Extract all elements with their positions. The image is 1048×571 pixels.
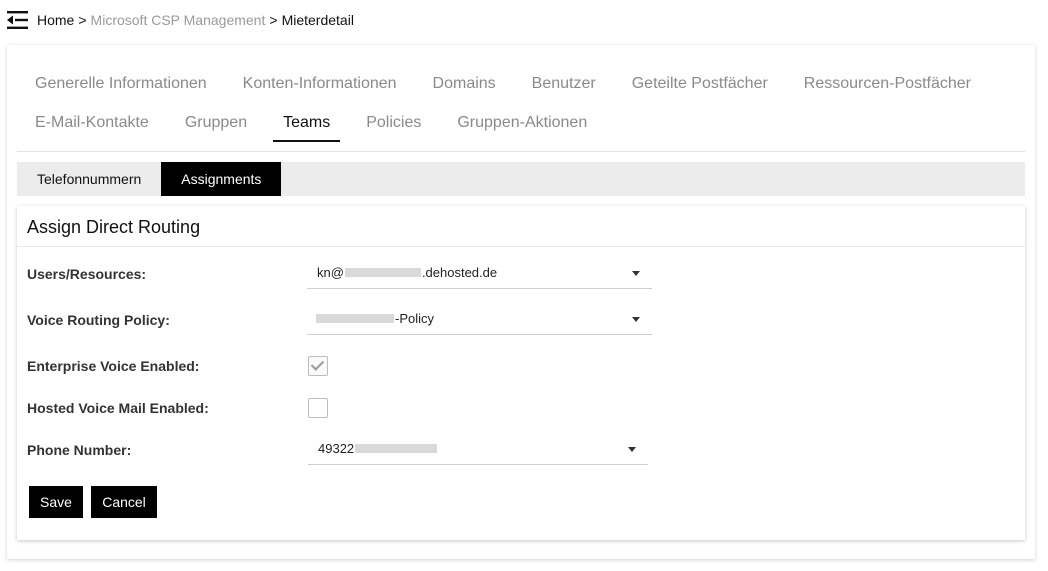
- voice-routing-policy-select[interactable]: -Policy: [307, 305, 652, 335]
- voice-routing-policy-label: Voice Routing Policy:: [27, 312, 170, 328]
- assign-direct-routing-panel: Assign Direct Routing Users/Resources: k…: [17, 206, 1025, 540]
- chevron-down-icon: [628, 447, 636, 452]
- hosted-voicemail-checkbox[interactable]: [308, 398, 328, 418]
- subtab-telefonnummern[interactable]: Telefonnummern: [17, 162, 161, 196]
- tab-email-kontakte[interactable]: E-Mail-Kontakte: [17, 102, 167, 141]
- breadcrumb-section[interactable]: Microsoft CSP Management: [91, 12, 266, 28]
- sub-tabs: Telefonnummern Assignments: [17, 162, 1025, 196]
- main-tabs: Generelle Informationen Konten-Informati…: [17, 63, 1025, 142]
- phone-number-value: 49322: [318, 441, 438, 456]
- redacted-block: [355, 444, 438, 454]
- tab-row: Generelle Informationen Konten-Informati…: [17, 63, 1025, 102]
- users-resources-label: Users/Resources:: [27, 266, 147, 282]
- hosted-voicemail-label: Hosted Voice Mail Enabled:: [27, 400, 209, 416]
- tab-domains[interactable]: Domains: [415, 63, 514, 102]
- tab-ressourcen-postfaecher[interactable]: Ressourcen-Postfächer: [786, 63, 989, 102]
- panel-title: Assign Direct Routing: [27, 217, 201, 237]
- enterprise-voice-checkbox[interactable]: [308, 356, 328, 376]
- redacted-block: [316, 314, 394, 324]
- tenant-detail-card: Generelle Informationen Konten-Informati…: [7, 45, 1035, 559]
- tab-row: E-Mail-Kontakte Gruppen Teams Policies G…: [17, 102, 1025, 142]
- breadcrumb-separator: >: [269, 12, 278, 28]
- breadcrumb: Home > Microsoft CSP Management > Mieterdeta…: [37, 12, 354, 28]
- users-resources-select[interactable]: kn@ .dehosted.de: [307, 259, 652, 289]
- cancel-button[interactable]: Cancel: [91, 486, 157, 518]
- top-bar: Home > Microsoft CSP Management > Mieterdeta…: [0, 0, 1048, 40]
- redacted-block: [344, 268, 421, 278]
- breadcrumb-home[interactable]: Home: [37, 12, 74, 28]
- phone-number-label: Phone Number:: [27, 442, 132, 458]
- users-value-suffix: .dehosted.de: [421, 265, 498, 280]
- voice-routing-policy-value: -Policy: [315, 311, 434, 326]
- users-resources-value: kn@ .dehosted.de: [317, 265, 497, 280]
- save-button[interactable]: Save: [29, 486, 83, 518]
- tab-gruppen[interactable]: Gruppen: [167, 102, 265, 141]
- breadcrumb-current: Mieterdetail: [281, 12, 354, 28]
- tabs-divider: [17, 151, 1025, 152]
- voice-routing-value-suffix: -Policy: [395, 311, 435, 326]
- tab-geteilte-postfaecher[interactable]: Geteilte Postfächer: [614, 63, 786, 102]
- chevron-down-icon: [632, 317, 640, 322]
- tab-konten-informationen[interactable]: Konten-Informationen: [225, 63, 415, 102]
- tab-generelle-informationen[interactable]: Generelle Informationen: [17, 63, 225, 102]
- panel-divider: [17, 246, 1025, 247]
- breadcrumb-separator: >: [78, 12, 87, 28]
- phone-number-select[interactable]: 49322: [308, 435, 648, 465]
- phone-value-prefix: 49322: [318, 441, 355, 456]
- subtab-assignments[interactable]: Assignments: [161, 162, 282, 196]
- enterprise-voice-label: Enterprise Voice Enabled:: [27, 358, 200, 374]
- chevron-down-icon: [632, 271, 640, 276]
- checkmark-icon: [310, 357, 325, 371]
- menu-collapse-icon[interactable]: [7, 10, 29, 30]
- users-value-prefix: kn@: [317, 265, 344, 280]
- tab-teams[interactable]: Teams: [265, 102, 348, 142]
- tab-benutzer[interactable]: Benutzer: [514, 63, 614, 102]
- tab-policies[interactable]: Policies: [348, 102, 439, 141]
- tab-gruppen-aktionen[interactable]: Gruppen-Aktionen: [439, 102, 605, 141]
